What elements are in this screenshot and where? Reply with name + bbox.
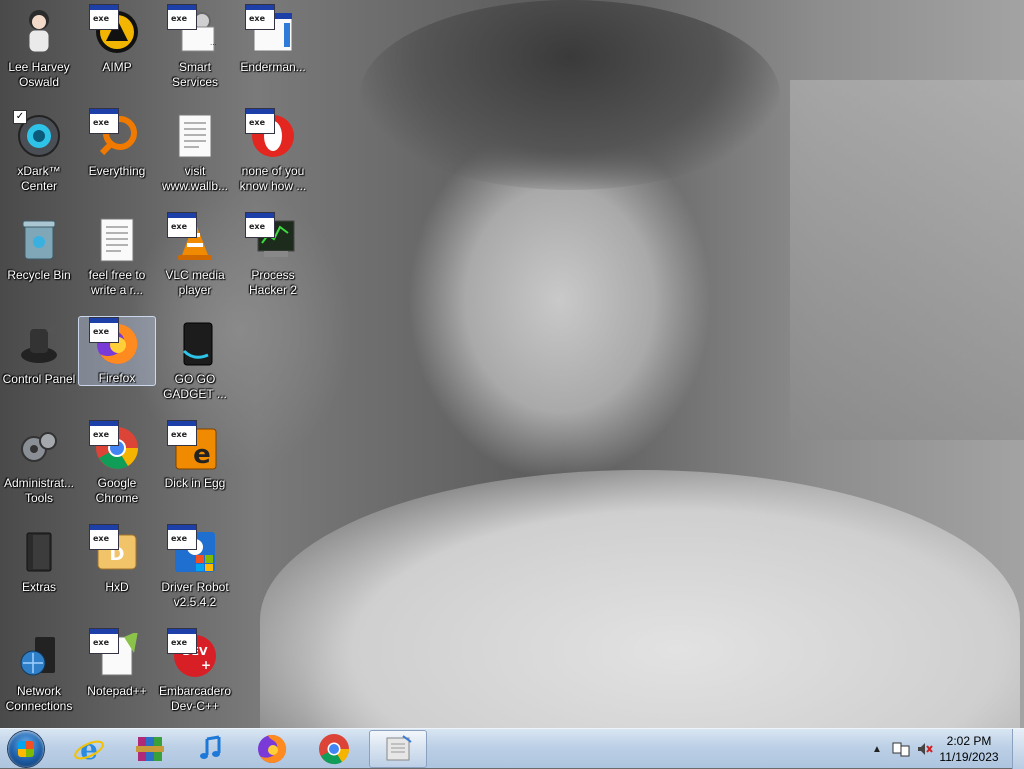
network-icon bbox=[15, 632, 63, 680]
notepad-plus-icon bbox=[89, 628, 141, 680]
desktop-icon-aimp[interactable]: AIMP bbox=[78, 4, 156, 104]
desktop-icon-lee-harvey-oswald[interactable]: Lee Harvey Oswald bbox=[0, 4, 78, 104]
taskbar-pin-chrome[interactable] bbox=[305, 730, 363, 768]
desktop-icon-google-chrome[interactable]: GoogleChrome bbox=[78, 420, 156, 520]
taskbar-active-app[interactable] bbox=[369, 730, 427, 768]
desktop-icon-enderman[interactable]: Enderman... bbox=[234, 4, 312, 104]
wallpaper-shirt bbox=[260, 470, 1020, 728]
desktop-icon-visit-wallb[interactable]: visit www.wallb... bbox=[156, 108, 234, 208]
desktop-icon-notepadpp[interactable]: Notepad++ bbox=[78, 628, 156, 728]
system-tray: ▲ 2:02 PM 11/19/2023 bbox=[864, 729, 1024, 769]
control-panel-icon bbox=[15, 320, 63, 368]
windows-logo-icon bbox=[8, 731, 44, 767]
show-desktop-button[interactable] bbox=[1012, 729, 1024, 769]
internet-explorer-icon: e bbox=[74, 733, 104, 765]
hxd-icon: D bbox=[89, 524, 141, 576]
svg-text:+: + bbox=[201, 658, 211, 672]
wallpaper-hair bbox=[360, 0, 780, 190]
xdark-icon: ✓ bbox=[13, 110, 63, 160]
desktop-icon-admin-tools[interactable]: Administrat... Tools bbox=[0, 420, 78, 520]
desktop-icon-smart-services[interactable]: ... SmartServices bbox=[156, 4, 234, 104]
desktop-icon-hxd[interactable]: D HxD bbox=[78, 524, 156, 624]
admin-tools-icon bbox=[15, 424, 63, 472]
taskbar-pin-firefox[interactable] bbox=[243, 730, 301, 768]
taskbar-pin-winrar[interactable] bbox=[121, 730, 179, 768]
music-note-icon bbox=[200, 735, 221, 759]
recycle-bin-icon bbox=[15, 216, 63, 264]
window-icon bbox=[245, 4, 297, 56]
desktop-icon-xdark-center[interactable]: ✓ xDark™ Center bbox=[0, 108, 78, 208]
desktop-icon-firefox[interactable]: Firefox bbox=[78, 316, 156, 386]
desktop-icon-network-connections[interactable]: Network Connections bbox=[0, 628, 78, 728]
vlc-cone-icon bbox=[167, 212, 219, 264]
driver-robot-icon bbox=[167, 524, 219, 576]
firefox-icon bbox=[258, 734, 287, 763]
egg-icon: e bbox=[167, 420, 219, 472]
clock-date: 11/19/2023 bbox=[939, 750, 999, 764]
desktop-icon-embarcadero[interactable]: DEV+ EmbarcaderoDev-C++ bbox=[156, 628, 234, 728]
desktop-icon-extras[interactable]: Extras bbox=[0, 524, 78, 624]
network-tray-button[interactable] bbox=[890, 737, 912, 761]
devcpp-icon: DEV+ bbox=[167, 628, 219, 680]
clock-time: 2:02 PM bbox=[946, 734, 992, 748]
volume-tray-button[interactable] bbox=[914, 737, 936, 761]
svg-text:e: e bbox=[80, 733, 98, 765]
chrome-icon bbox=[319, 734, 350, 765]
text-document-icon bbox=[171, 112, 219, 160]
taskbar-pin-ie[interactable]: e bbox=[60, 730, 118, 768]
desktop[interactable]: Lee Harvey Oswald ✓ xDark™ Center Recycle … bbox=[0, 0, 1024, 728]
taskbar: e ▲ 2:02 PM 11/19/2023 bbox=[0, 728, 1024, 769]
taskbar-pin-music[interactable] bbox=[182, 730, 240, 768]
winrar-icon bbox=[136, 737, 164, 761]
search-icon bbox=[89, 108, 141, 160]
desktop-icon-process-hacker[interactable]: ProcessHacker 2 bbox=[234, 212, 312, 312]
aimp-icon bbox=[89, 4, 141, 56]
network-tray-icon bbox=[892, 742, 910, 757]
wallpaper-wall bbox=[790, 80, 1024, 440]
notepad-icon bbox=[386, 735, 412, 761]
start-button[interactable] bbox=[4, 730, 48, 768]
desktop-icon-recycle-bin[interactable]: Recycle Bin bbox=[0, 212, 78, 312]
chrome-icon bbox=[89, 420, 141, 472]
desktop-icon-control-panel[interactable]: Control Panel bbox=[0, 316, 78, 416]
folder-icon bbox=[15, 528, 63, 576]
firefox-icon bbox=[89, 317, 141, 367]
text-document-icon bbox=[93, 216, 141, 264]
gadget-icon bbox=[171, 320, 219, 368]
desktop-icon-everything[interactable]: Everything bbox=[78, 108, 156, 208]
desktop-icon-dick-in-egg[interactable]: e Dick in Egg bbox=[156, 420, 234, 520]
desktop-icon-vlc[interactable]: VLC mediaplayer bbox=[156, 212, 234, 312]
show-hidden-icons-button[interactable]: ▲ bbox=[870, 737, 884, 761]
opera-icon bbox=[245, 108, 297, 160]
anime-girl-icon bbox=[15, 8, 63, 56]
desktop-icon-feel-free[interactable]: feel free to write a r... bbox=[78, 212, 156, 312]
volume-muted-icon bbox=[918, 743, 933, 755]
chevron-up-icon: ▲ bbox=[872, 743, 882, 755]
desktop-icon-go-go-gadget[interactable]: GO GO GADGET ... bbox=[156, 316, 234, 416]
svg-text:...: ... bbox=[210, 38, 217, 47]
desktop-icon-driver-robot[interactable]: Driver Robotv2.5.4.2 bbox=[156, 524, 234, 624]
desktop-icon-none-of-you[interactable]: none of youknow how ... bbox=[234, 108, 312, 208]
clock[interactable]: 2:02 PM 11/19/2023 bbox=[934, 733, 1004, 765]
gear-icon: ... bbox=[167, 4, 219, 56]
process-hacker-icon bbox=[245, 212, 297, 264]
